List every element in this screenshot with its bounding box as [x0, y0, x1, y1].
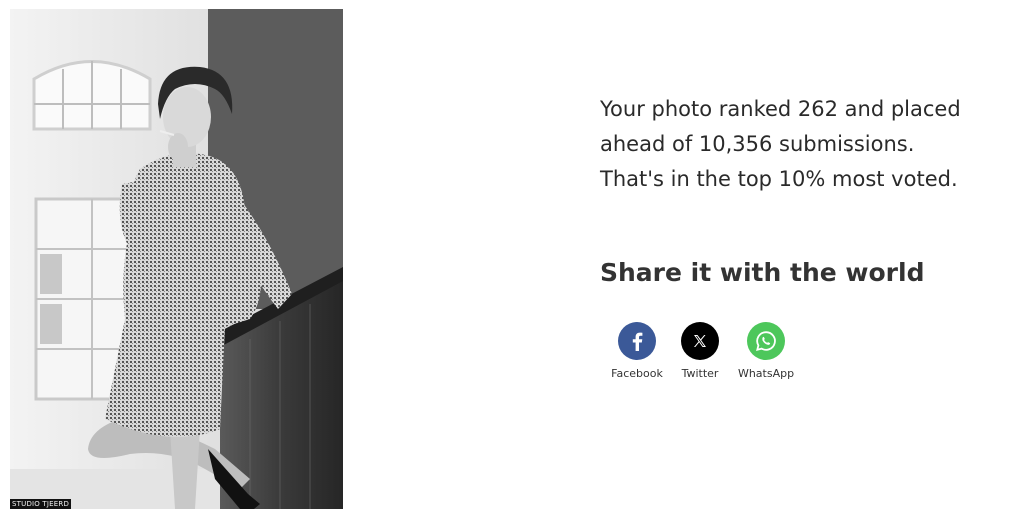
ranking-line-3: That's in the top 10% most voted. [600, 167, 958, 191]
share-twitter-label: Twitter [681, 367, 719, 380]
photo-watermark: STUDIO TJEERD [10, 499, 72, 509]
ranking-line-1: Your photo ranked 262 and placed [600, 97, 961, 121]
results-page: STUDIO TJEERD Your photo ranked 262 and … [0, 0, 1024, 517]
ranking-summary: Your photo ranked 262 and placed ahead o… [600, 92, 1010, 197]
whatsapp-icon [747, 322, 785, 360]
share-facebook-label: Facebook [611, 367, 663, 380]
share-whatsapp-label: WhatsApp [737, 367, 795, 380]
share-twitter-button[interactable]: Twitter [674, 322, 726, 380]
share-facebook-button[interactable]: Facebook [600, 322, 674, 380]
x-twitter-icon [681, 322, 719, 360]
ranking-line-2: ahead of 10,356 submissions. [600, 132, 915, 156]
facebook-icon [618, 322, 656, 360]
share-heading: Share it with the world [600, 258, 925, 287]
share-whatsapp-button[interactable]: WhatsApp [726, 322, 806, 380]
share-buttons: Facebook Twitter WhatsApp [600, 322, 806, 380]
submitted-photo: STUDIO TJEERD [10, 9, 343, 509]
